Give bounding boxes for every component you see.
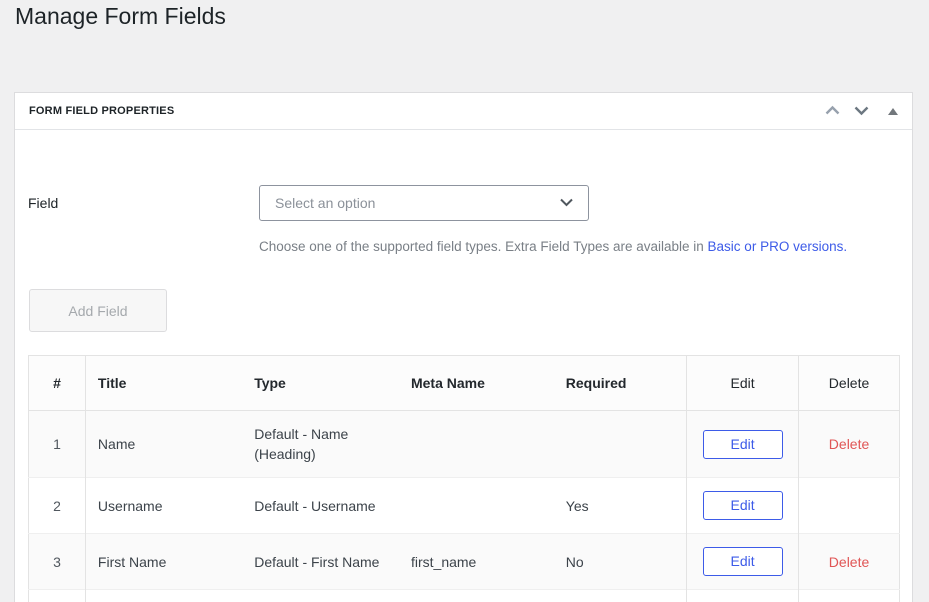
- row-number: 2: [29, 478, 86, 534]
- row-number: 1: [29, 411, 86, 478]
- move-down-button[interactable]: [851, 102, 872, 121]
- field-help-text: Choose one of the supported field types.…: [259, 237, 898, 256]
- field-title: Username: [85, 478, 242, 534]
- edit-cell: Edit: [687, 590, 799, 602]
- chevron-down-icon: [853, 104, 870, 119]
- edit-button[interactable]: Edit: [703, 547, 783, 576]
- delete-link[interactable]: Delete: [829, 554, 869, 570]
- delete-cell: [799, 478, 900, 534]
- chevron-up-icon: [824, 104, 841, 119]
- edit-cell: Edit: [687, 411, 799, 478]
- table-row: 1 Name Default - Name (Heading) Edit Dele…: [29, 411, 900, 478]
- select-placeholder: Select an option: [275, 195, 375, 211]
- edit-cell: Edit: [687, 534, 799, 590]
- form-field-properties-panel: FORM FIELD PROPERTIES Field Select an op…: [14, 92, 913, 602]
- panel-title: FORM FIELD PROPERTIES: [29, 105, 174, 117]
- field-required: Yes: [554, 478, 687, 534]
- field-type-main: Default - Username: [254, 498, 375, 514]
- table-row: 4 Last Name Default - Last Name last_nam…: [29, 590, 900, 602]
- panel-controls: [814, 102, 898, 121]
- field-type-main: Default - Name: [254, 426, 348, 442]
- row-number: 3: [29, 534, 86, 590]
- table-row: 2 Username Default - Username Yes Edit: [29, 478, 900, 534]
- header-number: #: [29, 356, 86, 411]
- edit-button[interactable]: Edit: [703, 491, 783, 520]
- field-title: Last Name: [85, 590, 242, 602]
- help-text-body: Choose one of the supported field types.…: [259, 239, 704, 254]
- field-type: Default - Username: [242, 478, 399, 534]
- pro-versions-link[interactable]: Basic or PRO versions.: [708, 239, 848, 254]
- field-meta-name: first_name: [399, 534, 554, 590]
- field-required: No: [554, 590, 687, 602]
- field-title: Name: [85, 411, 242, 478]
- field-meta-name: [399, 478, 554, 534]
- field-required: [554, 411, 687, 478]
- collapse-toggle-icon[interactable]: [888, 108, 898, 115]
- add-field-button[interactable]: Add Field: [29, 289, 167, 332]
- field-select-row: Field Select an option: [15, 185, 912, 221]
- header-title: Title: [85, 356, 242, 411]
- header-delete: Delete: [799, 356, 900, 411]
- header-type: Type: [242, 356, 399, 411]
- header-edit: Edit: [687, 356, 799, 411]
- field-required: No: [554, 534, 687, 590]
- field-type: Default - Last Name: [242, 590, 399, 602]
- field-type: Default - Name (Heading): [242, 411, 399, 478]
- field-type: Default - First Name: [242, 534, 399, 590]
- table-header-row: # Title Type Meta Name Required Edit Del…: [29, 356, 900, 411]
- header-required: Required: [554, 356, 687, 411]
- panel-header: FORM FIELD PROPERTIES: [15, 93, 912, 130]
- row-number: 4: [29, 590, 86, 602]
- edit-cell: Edit: [687, 478, 799, 534]
- form-fields-table: # Title Type Meta Name Required Edit Del…: [28, 355, 900, 602]
- delete-cell: Delete: [799, 590, 900, 602]
- delete-link[interactable]: Delete: [829, 436, 869, 452]
- select-chevron-down-icon: [559, 194, 574, 212]
- edit-button[interactable]: Edit: [703, 430, 783, 459]
- page-title: Manage Form Fields: [0, 0, 929, 31]
- panel-body: Field Select an option Choose one of the…: [15, 185, 912, 602]
- field-meta-name: [399, 411, 554, 478]
- header-meta-name: Meta Name: [399, 356, 554, 411]
- move-up-button[interactable]: [822, 102, 843, 121]
- field-meta-name: last_name: [399, 590, 554, 602]
- field-title: First Name: [85, 534, 242, 590]
- delete-cell: Delete: [799, 411, 900, 478]
- field-type-main: Default - First Name: [254, 554, 379, 570]
- table-row: 3 First Name Default - First Name first_…: [29, 534, 900, 590]
- field-label: Field: [28, 195, 259, 211]
- field-type-select[interactable]: Select an option: [259, 185, 589, 221]
- delete-cell: Delete: [799, 534, 900, 590]
- field-type-note: (Heading): [254, 444, 387, 464]
